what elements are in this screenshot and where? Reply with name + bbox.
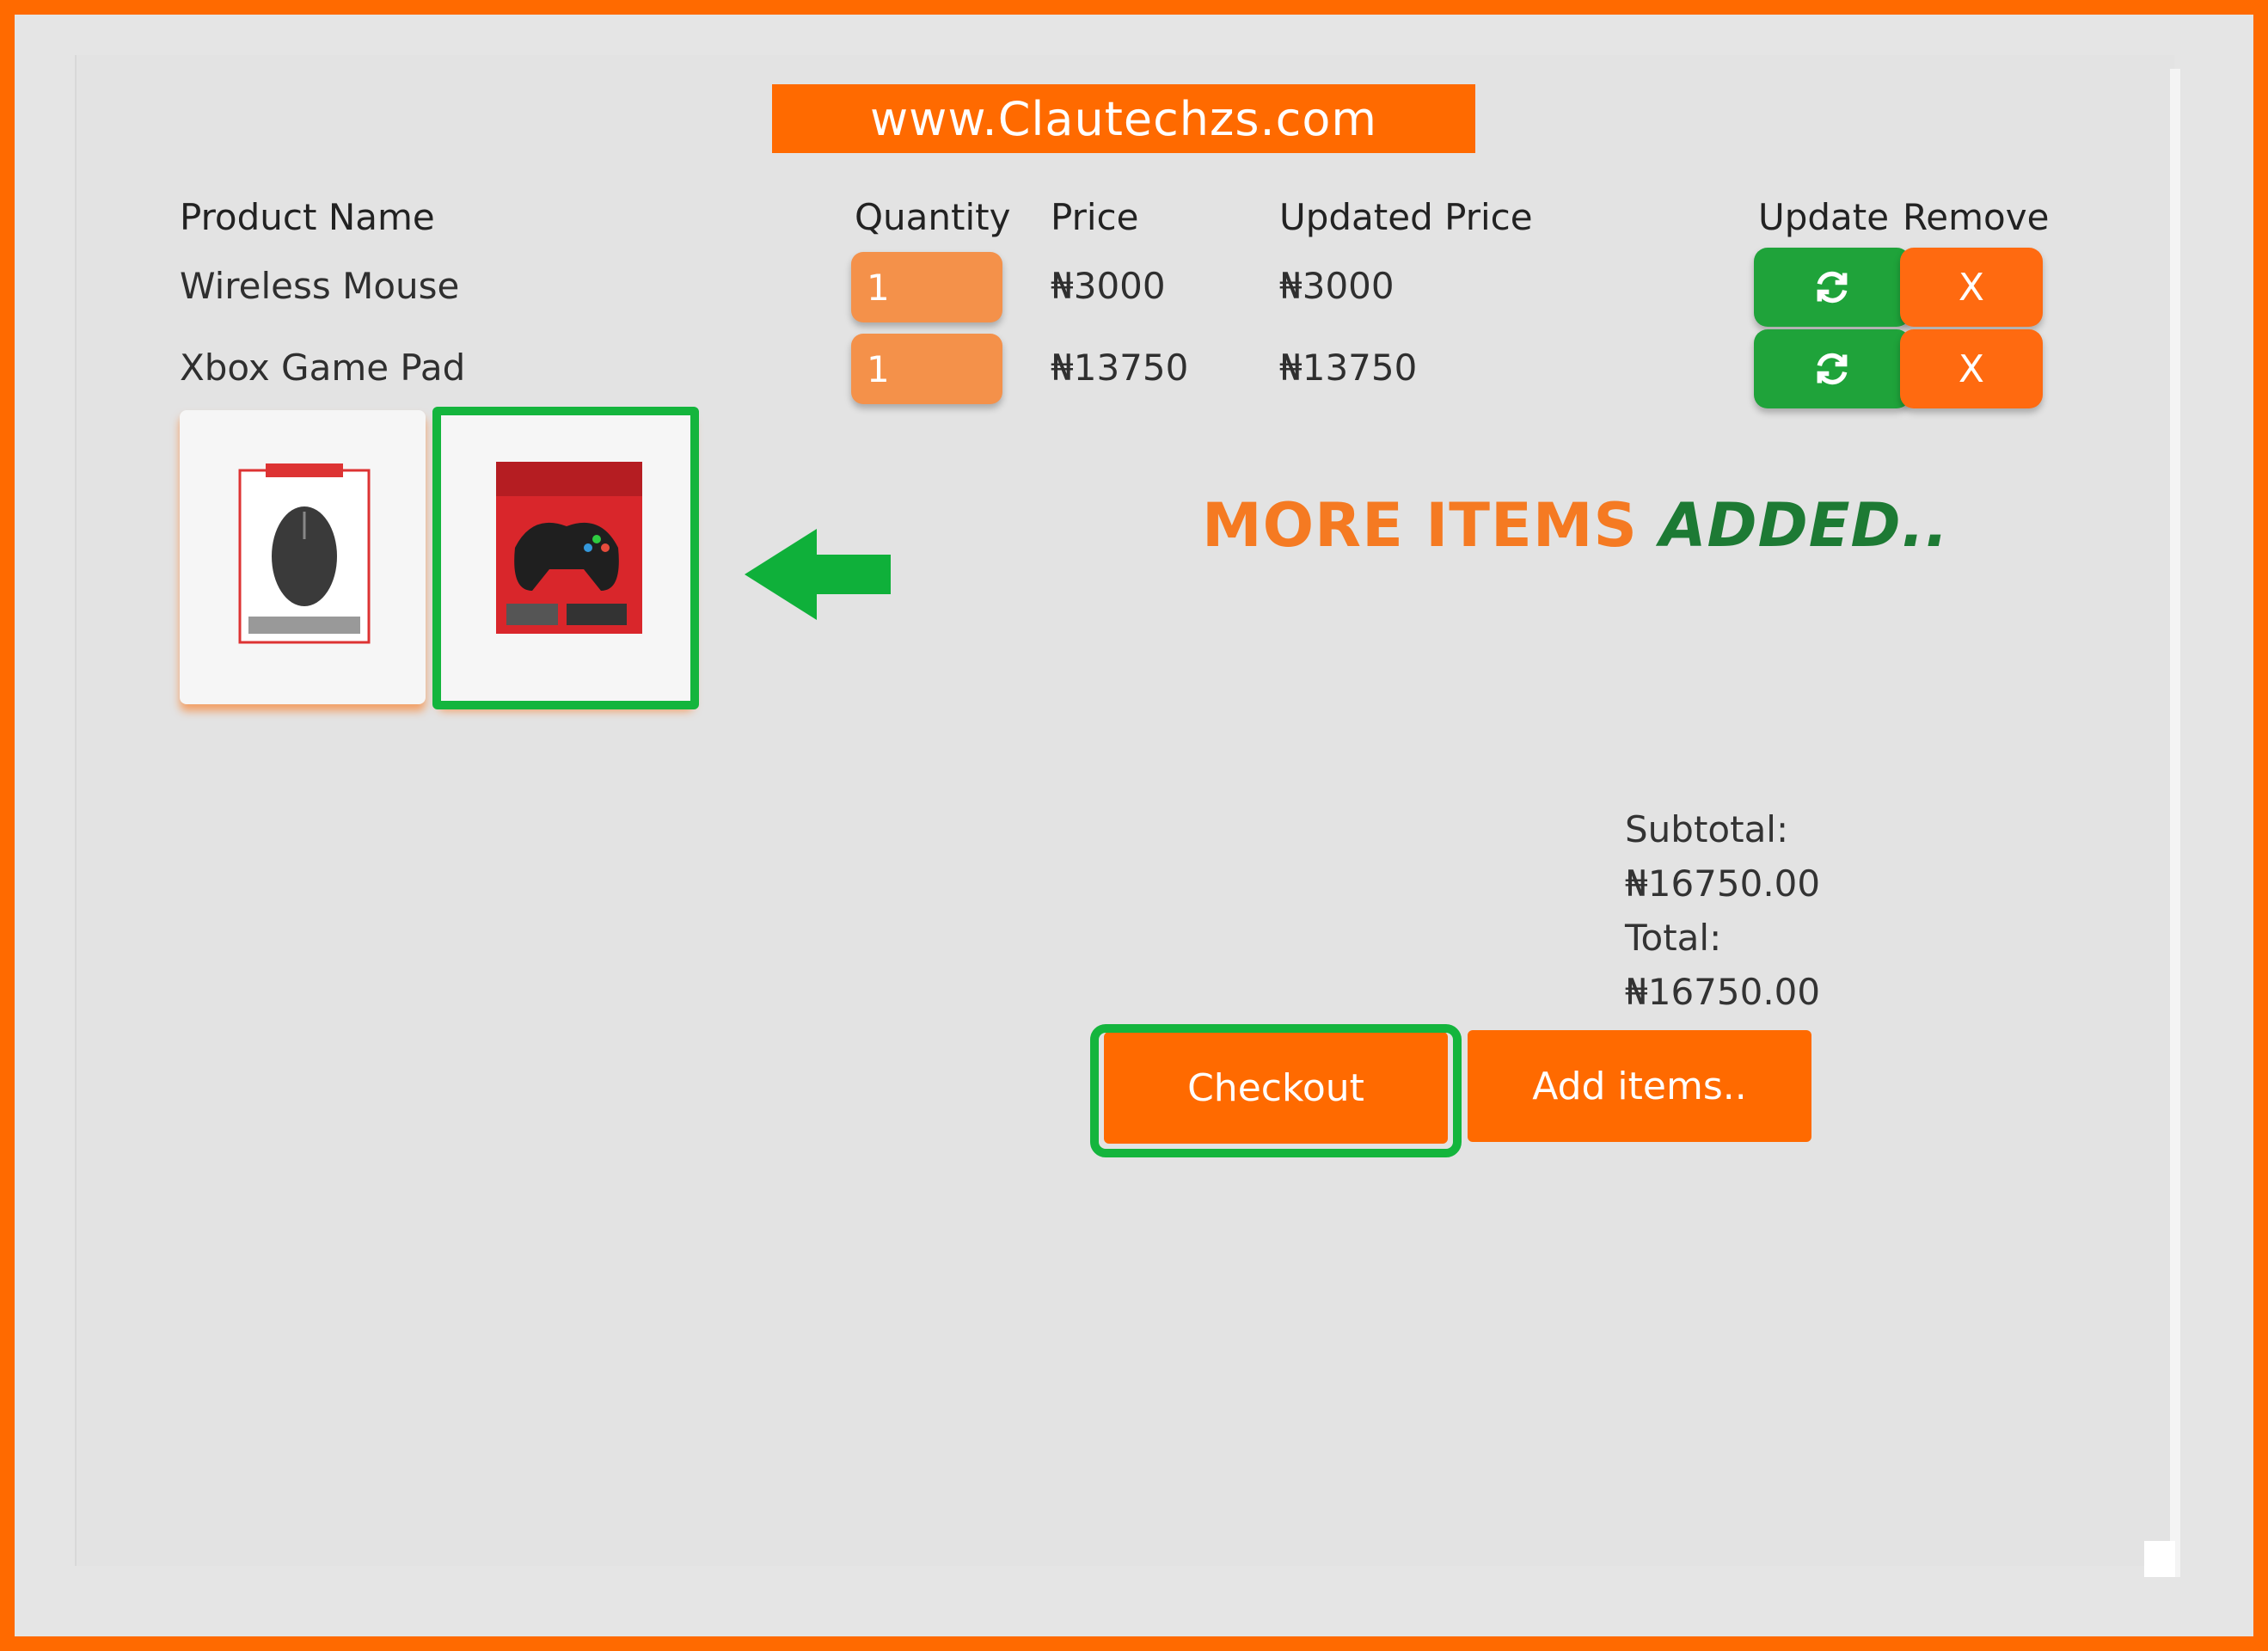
refresh-icon: [1817, 353, 1848, 385]
row-product-name: Xbox Game Pad: [180, 347, 466, 389]
update-button[interactable]: [1754, 329, 1910, 408]
subtotal-value: ₦16750.00: [1625, 862, 1821, 905]
row-updated-price: ₦3000: [1279, 265, 1395, 307]
header-remove: Remove: [1903, 196, 2050, 238]
header-price: Price: [1051, 196, 1139, 238]
row-updated-price: ₦13750: [1279, 347, 1418, 389]
total-label: Total:: [1625, 917, 1722, 959]
scrollbar[interactable]: [2170, 69, 2180, 1577]
checkout-highlight: [1090, 1024, 1462, 1157]
header-product-name: Product Name: [180, 196, 435, 238]
subtotal-label: Subtotal:: [1625, 808, 1789, 850]
quantity-input[interactable]: 1: [851, 334, 1002, 404]
refresh-icon: [1817, 271, 1848, 304]
remove-button[interactable]: X: [1900, 329, 2043, 408]
update-button[interactable]: [1754, 248, 1910, 327]
quantity-input[interactable]: 1: [851, 252, 1002, 322]
left-arrow-icon: [745, 529, 891, 620]
corner-widget: [2144, 1541, 2175, 1577]
header-updated-price: Updated Price: [1279, 196, 1533, 238]
site-banner: www.Clautechzs.com: [772, 84, 1475, 153]
header-quantity: Quantity: [855, 196, 1011, 238]
row-product-name: Wireless Mouse: [180, 265, 460, 307]
product-image-wireless-mouse: [180, 410, 426, 704]
more-items-annotation: MORE ITEMS ADDED..: [1202, 490, 1949, 561]
annotation-text-orange: MORE ITEMS: [1202, 490, 1660, 561]
annotation-text-green: ADDED..: [1659, 490, 1949, 561]
new-item-highlight: [432, 407, 699, 709]
total-value: ₦16750.00: [1625, 971, 1821, 1013]
header-update: Update: [1758, 196, 1890, 238]
add-items-button[interactable]: Add items..: [1468, 1030, 1811, 1142]
remove-button[interactable]: X: [1900, 248, 2043, 327]
row-price: ₦13750: [1051, 347, 1189, 389]
row-price: ₦3000: [1051, 265, 1166, 307]
